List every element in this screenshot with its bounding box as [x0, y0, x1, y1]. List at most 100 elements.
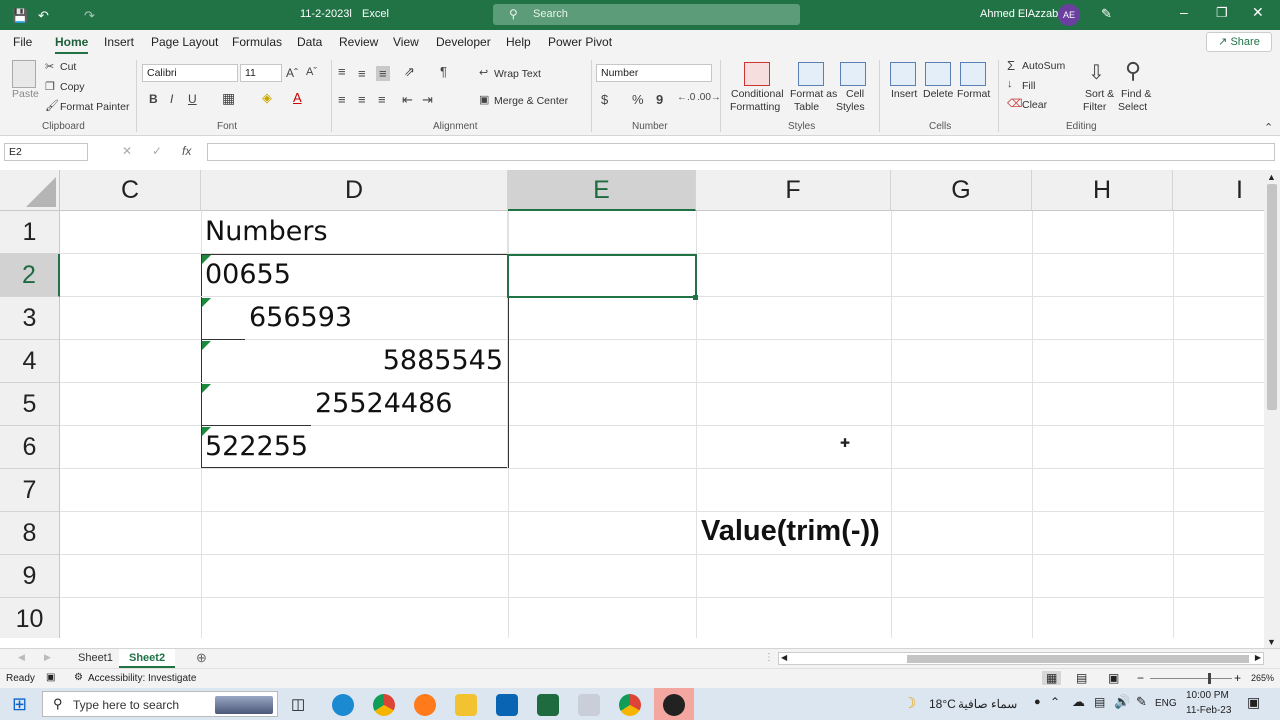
error-indicator-icon[interactable] [202, 384, 211, 393]
text-direction-icon[interactable]: ¶ [440, 64, 447, 79]
find-select-label-2[interactable]: Select [1118, 101, 1147, 113]
currency-button[interactable]: $ [601, 92, 608, 107]
outlook-icon[interactable] [496, 694, 518, 716]
insert-function-button[interactable]: fx [182, 144, 191, 158]
row-header-2[interactable]: 2 [0, 254, 60, 297]
fill-button[interactable]: Fill [1022, 80, 1035, 92]
menu-view[interactable]: View [393, 35, 419, 49]
pen-icon[interactable]: ✎ [1101, 6, 1112, 22]
accessibility-icon[interactable]: ⚙ [74, 672, 83, 683]
chrome-icon-2[interactable] [619, 694, 641, 716]
font-color-icon[interactable]: A [293, 90, 302, 105]
weather-icon[interactable]: ☽ [903, 694, 916, 712]
app-icon[interactable] [578, 694, 600, 716]
windows-start-icon[interactable]: ⊞ [12, 694, 27, 715]
row-header-6[interactable]: 6 [0, 426, 60, 469]
accessibility-status[interactable]: Accessibility: Investigate [88, 673, 196, 684]
active-cell-e2[interactable] [507, 254, 697, 298]
scroll-down-icon[interactable]: ▼ [1267, 637, 1276, 647]
row-header-3[interactable]: 3 [0, 297, 60, 340]
file-explorer-icon[interactable] [455, 694, 477, 716]
align-bottom-icon[interactable]: ≡ [376, 66, 390, 81]
cell-d6[interactable]: 522255 [201, 426, 508, 469]
horizontal-scrollbar[interactable]: ◀ ▶ [778, 652, 1264, 665]
restore-icon[interactable]: ❐ [1216, 5, 1228, 21]
macro-record-icon[interactable]: ▣ [46, 672, 55, 683]
clock-time[interactable]: 10:00 PM [1186, 690, 1229, 701]
format-as-table-label-1[interactable]: Format as [790, 88, 837, 100]
close-icon[interactable]: ✕ [1252, 4, 1264, 21]
clear-button[interactable]: Clear [1022, 99, 1047, 111]
increase-indent-icon[interactable]: ⇥ [422, 92, 433, 108]
vertical-scroll-thumb[interactable] [1267, 184, 1277, 410]
italic-button[interactable]: I [170, 92, 173, 106]
prev-sheet-icon[interactable]: ◀ [18, 652, 25, 663]
vertical-scrollbar[interactable]: ▲ ▼ [1264, 170, 1280, 650]
row-header-10[interactable]: 10 [0, 598, 60, 638]
wrap-text-button[interactable]: Wrap Text [494, 68, 541, 80]
merge-center-button[interactable]: Merge & Center [494, 95, 568, 107]
column-header-e[interactable]: E [508, 170, 696, 211]
cell-d2[interactable]: 00655 [201, 254, 508, 297]
sort-filter-label-2[interactable]: Filter [1083, 101, 1106, 113]
menu-power-pivot[interactable]: Power Pivot [548, 35, 612, 49]
decrease-font-icon[interactable]: Aˇ [306, 66, 317, 78]
redo-icon[interactable]: ↷ [84, 8, 95, 24]
scroll-left-icon[interactable]: ◀ [781, 653, 787, 662]
cell-d3[interactable]: 656593 [245, 297, 508, 340]
zoom-in-icon[interactable]: + [1234, 671, 1241, 685]
menu-home[interactable]: Home [55, 35, 89, 54]
format-button[interactable]: Format [957, 88, 990, 100]
cell-d5[interactable]: 25524486 [311, 383, 508, 426]
sort-filter-label-1[interactable]: Sort & [1085, 88, 1114, 100]
increase-decimal-icon[interactable]: ←.0 [677, 92, 695, 103]
menu-insert[interactable]: Insert [104, 35, 134, 49]
decrease-indent-icon[interactable]: ⇤ [402, 92, 413, 108]
find-select-label-1[interactable]: Find & [1121, 88, 1151, 100]
normal-view-icon[interactable]: ▦ [1042, 671, 1062, 685]
volume-icon[interactable]: 🔊 [1114, 694, 1130, 710]
error-indicator-icon[interactable] [202, 341, 211, 350]
zoom-slider-thumb[interactable] [1208, 673, 1211, 684]
cancel-icon[interactable]: ✕ [122, 144, 132, 158]
cut-button[interactable]: Cut [60, 61, 76, 73]
fill-color-icon[interactable]: ◈ [262, 90, 272, 106]
row-header-9[interactable]: 9 [0, 555, 60, 598]
column-header-g[interactable]: G [891, 170, 1032, 211]
horizontal-scroll-thumb[interactable] [907, 655, 1249, 663]
borders-icon[interactable]: ▦ [222, 90, 235, 107]
scroll-up-icon[interactable]: ▲ [1267, 172, 1276, 182]
zoom-out-icon[interactable]: − [1137, 671, 1144, 685]
minimize-icon[interactable]: – [1180, 4, 1188, 20]
menu-help[interactable]: Help [506, 35, 531, 49]
language-indicator[interactable]: ENG [1155, 698, 1177, 709]
menu-formulas[interactable]: Formulas [232, 35, 282, 49]
autosum-button[interactable]: AutoSum [1022, 60, 1065, 72]
increase-font-icon[interactable]: Aˆ [286, 66, 298, 80]
row-header-1[interactable]: 1 [0, 211, 60, 254]
row-header-7[interactable]: 7 [0, 469, 60, 512]
number-format-dropdown[interactable]: Number [596, 64, 712, 82]
cell-d1[interactable]: Numbers [201, 211, 508, 254]
error-indicator-icon[interactable] [202, 255, 211, 264]
format-as-table-label-2[interactable]: Table [794, 101, 819, 113]
insert-button[interactable]: Insert [891, 88, 917, 100]
conditional-formatting-label-2[interactable]: Formatting [730, 101, 780, 113]
comma-button[interactable]: 9 [656, 92, 663, 107]
name-box[interactable]: E2 [4, 143, 88, 161]
pen-menu-icon[interactable]: ✎ [1136, 694, 1147, 710]
menu-review[interactable]: Review [339, 35, 378, 49]
row-header-4[interactable]: 4 [0, 340, 60, 383]
temperature[interactable]: 18°C [929, 697, 956, 711]
copy-button[interactable]: Copy [60, 81, 85, 93]
add-sheet-icon[interactable]: ⊕ [196, 650, 207, 666]
font-size-dropdown[interactable]: 11 [240, 64, 282, 82]
avatar[interactable]: AE [1058, 4, 1080, 26]
zoom-level[interactable]: 265% [1251, 673, 1274, 683]
column-header-c[interactable]: C [60, 170, 201, 211]
select-all-corner[interactable] [0, 170, 60, 211]
bold-button[interactable]: B [149, 92, 158, 106]
undo-icon[interactable]: ↶ [38, 8, 49, 24]
font-name-dropdown[interactable]: Calibri [142, 64, 238, 82]
align-top-icon[interactable]: ≡ [338, 64, 346, 79]
